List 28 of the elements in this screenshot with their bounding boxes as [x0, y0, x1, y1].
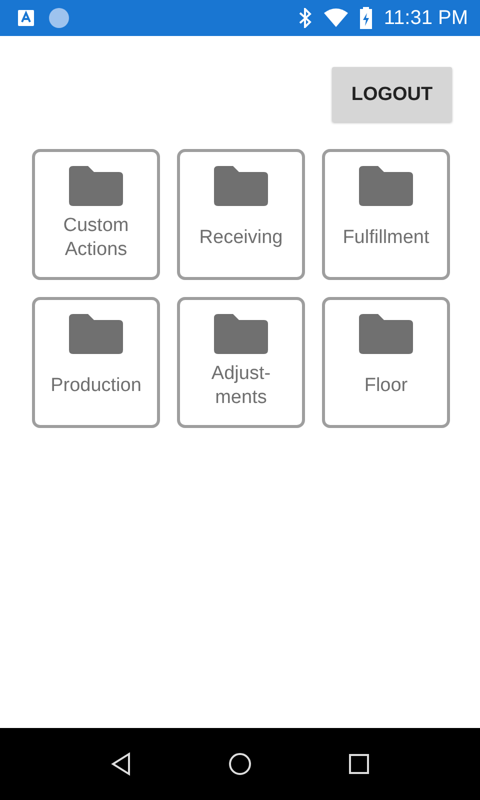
wifi-icon	[324, 8, 348, 28]
tile-label: Adjust- ments	[211, 362, 271, 410]
battery-icon	[360, 7, 372, 29]
folder-tile[interactable]: Custom Actions	[32, 149, 160, 280]
app-notification-icon	[17, 9, 35, 27]
back-icon[interactable]	[110, 752, 132, 776]
folder-icon	[359, 314, 413, 354]
folder-tile[interactable]: Fulfillment	[322, 149, 450, 280]
tile-label: Floor	[364, 374, 408, 398]
home-icon[interactable]	[228, 752, 252, 776]
logout-button[interactable]: LOGOUT	[332, 67, 452, 122]
globe-icon	[48, 7, 70, 29]
folder-icon	[214, 166, 268, 206]
folder-icon	[214, 314, 268, 354]
tile-label: Production	[50, 374, 142, 398]
recents-icon[interactable]	[348, 753, 370, 775]
folder-icon	[69, 314, 123, 354]
folder-icon	[69, 166, 123, 206]
clock-time: 11:31 PM	[384, 6, 468, 30]
folder-tile[interactable]: Adjust- ments	[177, 297, 305, 428]
folder-tile[interactable]: Receiving	[177, 149, 305, 280]
folder-tile[interactable]: Production	[32, 297, 160, 428]
folder-icon	[359, 166, 413, 206]
folder-tile[interactable]: Floor	[322, 297, 450, 428]
bluetooth-icon	[298, 8, 312, 28]
tile-label: Custom Actions	[63, 214, 129, 262]
tile-label: Receiving	[199, 226, 283, 250]
tile-label: Fulfillment	[342, 226, 430, 250]
